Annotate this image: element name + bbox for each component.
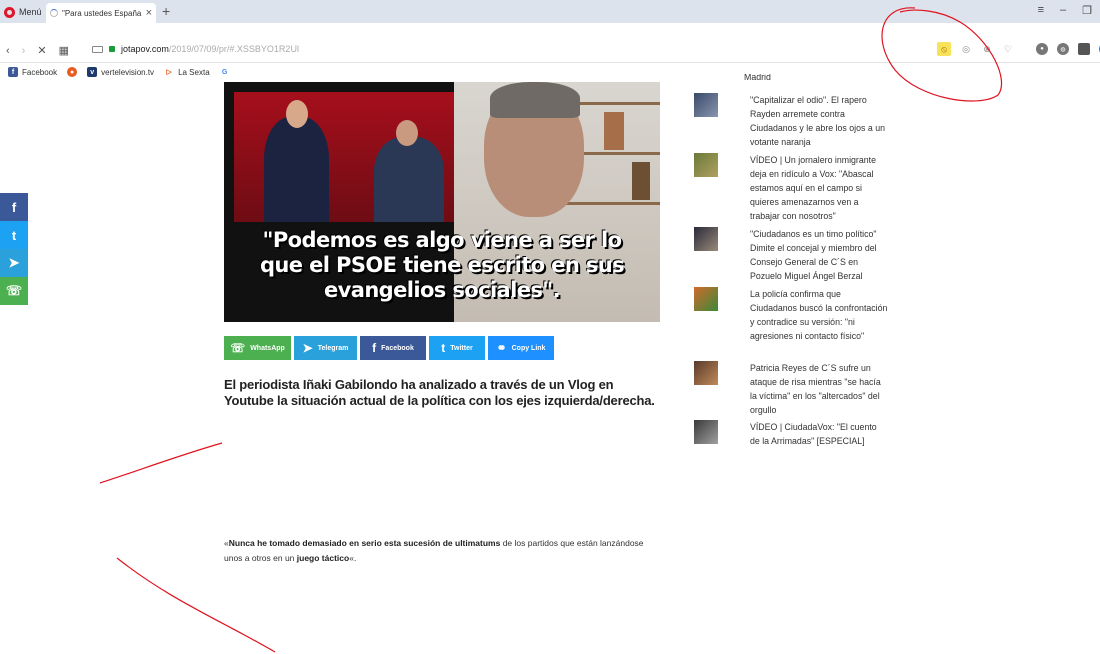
news-title[interactable]: VÍDEO | CiudadaVox: "El cuento de la Arr…: [750, 420, 888, 448]
bookmark-label: Facebook: [22, 67, 58, 77]
whatsapp-share-button[interactable]: ☏ WhatsApp: [224, 336, 291, 360]
sidebar-partial-text: Madrid: [744, 74, 771, 82]
twitter-icon: t: [441, 341, 446, 355]
tab-active[interactable]: "Para ustedes España es lo ×: [46, 3, 156, 23]
news-title[interactable]: Patricia Reyes de C´S sufre un ataque de…: [750, 361, 888, 417]
news-thumbnail[interactable]: [694, 287, 718, 311]
hero-image-politicians: [234, 92, 464, 222]
link-icon: ⚭: [496, 341, 507, 355]
lasexta-icon: ▷: [166, 69, 172, 76]
caption-line: evangelios sociales".: [324, 278, 561, 302]
url-path: /2019/07/09/pr/#.XSSBYO1R2Ul: [168, 44, 299, 54]
menu-label: Menú: [19, 7, 42, 17]
bookmark-label: vertelevision.tv: [101, 67, 155, 77]
adblock-icon[interactable]: ⦸: [937, 42, 951, 56]
article-lead: El periodista Iñaki Gabilondo ha analiza…: [224, 377, 655, 408]
extension-badge-icon[interactable]: ●: [1036, 43, 1048, 55]
caption-line: que el PSOE tiene escrito en sus: [259, 253, 625, 277]
share-label: WhatsApp: [250, 344, 285, 352]
easy-setup-icon[interactable]: ≡: [1038, 4, 1044, 17]
url-field[interactable]: jotapov.com/2019/07/09/pr/#.XSSBYO1R2Ul: [92, 44, 299, 54]
news-thumbnail[interactable]: [694, 420, 718, 444]
telegram-share-icon[interactable]: ➤: [0, 249, 28, 277]
twitter-share-icon[interactable]: t: [0, 221, 28, 249]
news-title[interactable]: VÍDEO | Un jornalero inmigrante deja en …: [750, 153, 888, 223]
list-item[interactable]: Patricia Reyes de C´S sufre un ataque de…: [694, 361, 894, 417]
facebook-share-button[interactable]: f Facebook: [360, 336, 426, 360]
quote-bold: juego táctico: [296, 553, 350, 563]
tab-close-icon[interactable]: ×: [146, 7, 152, 19]
back-icon[interactable]: ‹: [6, 45, 10, 57]
quote-bold: Nunca he tomado demasiado en serio esta …: [228, 538, 501, 548]
tab-title: "Para ustedes España es lo: [62, 8, 142, 18]
address-bar: ‹ › ✕ ▦ jotapov.com/2019/07/09/pr/#.XSSB…: [0, 23, 1100, 63]
bookmark-label: La Sexta: [178, 67, 210, 77]
google-icon: G: [221, 68, 228, 76]
hero-caption: "Podemos es algo viene a ser lo que el P…: [224, 228, 660, 303]
list-item[interactable]: "Capitalizar el odio". El rapero Rayden …: [694, 93, 894, 149]
share-label: Facebook: [381, 344, 414, 352]
navigation-controls: ‹ › ✕ ▦: [6, 44, 69, 58]
camera-icon[interactable]: ◎: [960, 43, 972, 55]
news-title[interactable]: La policía confirma que Ciudadanos buscó…: [750, 287, 888, 343]
restore-button[interactable]: ❐: [1082, 4, 1092, 17]
new-tab-button[interactable]: +: [162, 3, 170, 19]
telegram-icon: ➤: [302, 341, 313, 355]
telegram-share-button[interactable]: ➤ Telegram: [294, 336, 357, 360]
close-circle-icon[interactable]: ⊗: [981, 43, 993, 55]
minimize-button[interactable]: –: [1060, 4, 1066, 17]
whatsapp-share-icon[interactable]: ☏: [0, 277, 28, 305]
news-thumbnail[interactable]: [694, 93, 718, 117]
article-hero-image: "Podemos es algo viene a ser lo que el P…: [224, 82, 660, 322]
vpn-icon[interactable]: ◍: [1057, 43, 1069, 55]
share-label: Copy Link: [511, 344, 546, 352]
list-item[interactable]: VÍDEO | CiudadaVox: "El cuento de la Arr…: [694, 420, 894, 448]
url-host: jotapov.com: [121, 44, 169, 54]
extension-square-icon[interactable]: [1078, 43, 1090, 55]
copy-link-button[interactable]: ⚭ Copy Link: [488, 336, 554, 360]
share-buttons: ☏ WhatsApp ➤ Telegram f Facebook t Twitt…: [224, 336, 554, 360]
news-thumbnail[interactable]: [694, 227, 718, 251]
heart-icon[interactable]: ♡: [1002, 43, 1014, 55]
stop-icon[interactable]: ✕: [37, 44, 46, 57]
facebook-share-icon[interactable]: f: [0, 193, 28, 221]
quote-mark: «.: [349, 553, 357, 563]
bookmarks-bar: f Facebook ● v vertelevision.tv ▷ La Sex…: [0, 63, 1100, 81]
share-label: Twitter: [450, 344, 473, 352]
tab-bar: Menú "Para ustedes España es lo × + ≡ – …: [0, 0, 1100, 23]
news-title[interactable]: "Capitalizar el odio". El rapero Rayden …: [750, 93, 888, 149]
news-title[interactable]: "Ciudadanos es un timo político" Dimite …: [750, 227, 888, 283]
reddit-icon: ●: [67, 67, 78, 77]
opera-menu-button[interactable]: Menú: [4, 4, 42, 20]
list-item[interactable]: La policía confirma que Ciudadanos buscó…: [694, 287, 894, 343]
news-thumbnail[interactable]: [694, 153, 718, 177]
caption-line: "Podemos es algo viene a ser lo: [262, 228, 623, 252]
share-label: Telegram: [317, 344, 349, 352]
vertelevision-icon: v: [87, 67, 98, 77]
opera-logo-icon: [4, 6, 15, 18]
forward-icon[interactable]: ›: [22, 45, 26, 57]
list-item[interactable]: VÍDEO | Un jornalero inmigrante deja en …: [694, 153, 894, 223]
toolbar-extensions: ⦸ ◎ ⊗ ♡ ● ◍: [937, 42, 1100, 56]
bookmark-lasexta[interactable]: ▷ La Sexta: [164, 67, 210, 77]
article-paragraph: «Nunca he tomado demasiado en serio esta…: [224, 536, 664, 566]
twitter-share-button[interactable]: t Twitter: [429, 336, 485, 360]
window-controls: ≡ – ❐: [1038, 4, 1092, 17]
facebook-icon: f: [8, 67, 18, 77]
news-thumbnail[interactable]: [694, 361, 718, 385]
floating-share-bar: f t ➤ ☏: [0, 193, 28, 305]
lock-icon[interactable]: [109, 46, 115, 52]
speed-dial-icon[interactable]: ▦: [59, 44, 69, 57]
list-item[interactable]: "Ciudadanos es un timo político" Dimite …: [694, 227, 894, 283]
bookmark-facebook[interactable]: f Facebook: [8, 67, 57, 77]
bookmark-vertelevision[interactable]: v vertelevision.tv: [87, 67, 154, 77]
bookmark-google[interactable]: G: [220, 67, 230, 77]
loading-spinner-icon: [50, 9, 58, 17]
facebook-icon: f: [372, 341, 377, 355]
keyboard-icon: [92, 45, 103, 53]
whatsapp-icon: ☏: [230, 341, 246, 355]
bookmark-reddit[interactable]: ●: [67, 67, 78, 77]
